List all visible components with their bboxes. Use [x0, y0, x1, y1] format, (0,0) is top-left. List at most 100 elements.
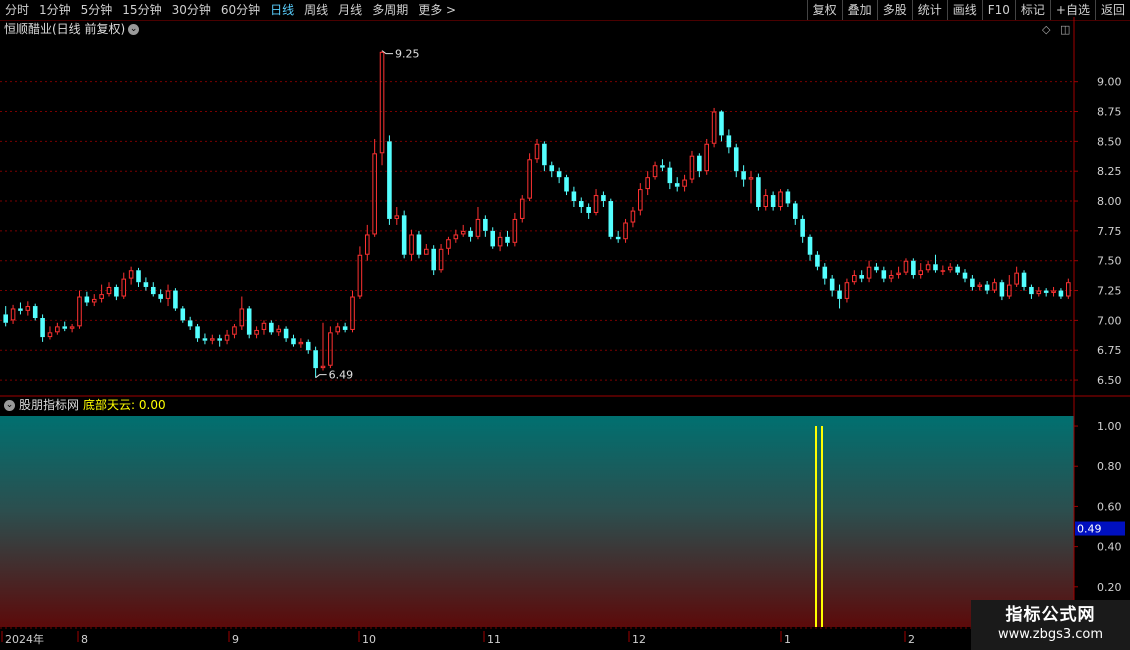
candle[interactable]	[719, 110, 724, 142]
candle[interactable]	[121, 272, 127, 299]
candle[interactable]	[173, 288, 178, 311]
candle[interactable]	[534, 138, 540, 163]
candle[interactable]	[335, 322, 341, 335]
candle[interactable]	[202, 333, 208, 345]
candle[interactable]	[364, 224, 370, 261]
candle[interactable]	[748, 171, 754, 204]
candle[interactable]	[837, 284, 842, 309]
candle[interactable]	[682, 174, 687, 192]
candle[interactable]	[10, 304, 16, 324]
candle[interactable]	[99, 284, 104, 303]
candle[interactable]	[136, 267, 141, 287]
candle[interactable]	[298, 338, 304, 348]
candle[interactable]	[881, 266, 887, 283]
candle[interactable]	[187, 316, 193, 330]
candle[interactable]	[128, 266, 134, 285]
candle[interactable]	[77, 290, 82, 329]
candle[interactable]	[785, 189, 791, 207]
candle[interactable]	[62, 321, 68, 332]
candle[interactable]	[977, 282, 983, 291]
candle[interactable]	[955, 264, 960, 276]
candle[interactable]	[999, 279, 1005, 301]
candle[interactable]	[18, 302, 23, 315]
candle[interactable]	[158, 289, 163, 303]
candle[interactable]	[512, 212, 518, 247]
candle[interactable]	[829, 275, 835, 297]
candle[interactable]	[32, 303, 38, 321]
candle[interactable]	[431, 245, 436, 276]
candle[interactable]	[424, 244, 429, 255]
candle[interactable]	[519, 195, 525, 223]
candle[interactable]	[852, 270, 857, 285]
candle[interactable]	[143, 277, 149, 291]
candle[interactable]	[232, 323, 237, 339]
candle[interactable]	[283, 326, 289, 342]
candle[interactable]	[1029, 284, 1034, 299]
candle[interactable]	[47, 326, 53, 340]
candle[interactable]	[1058, 288, 1064, 299]
candle[interactable]	[254, 326, 259, 339]
candle[interactable]	[446, 236, 451, 255]
candle[interactable]	[69, 323, 75, 333]
candle[interactable]	[261, 320, 267, 335]
candle[interactable]	[652, 161, 658, 180]
candle[interactable]	[1006, 275, 1012, 299]
candle[interactable]	[409, 229, 414, 261]
candle[interactable]	[320, 322, 326, 371]
candle[interactable]	[25, 301, 31, 316]
candle[interactable]	[756, 173, 761, 211]
candle[interactable]	[1014, 266, 1019, 287]
candle[interactable]	[342, 322, 348, 333]
candle[interactable]	[896, 266, 901, 279]
candle[interactable]	[453, 229, 459, 243]
candle[interactable]	[276, 325, 282, 336]
candle[interactable]	[778, 189, 783, 211]
candle[interactable]	[815, 251, 820, 271]
candle[interactable]	[726, 129, 732, 154]
candle[interactable]	[210, 334, 215, 345]
candle[interactable]	[601, 191, 606, 207]
indicator-chart[interactable]: 1.00 0.80 0.60 0.40 0.20 0.49	[0, 397, 1130, 630]
candle[interactable]	[970, 275, 975, 291]
candle[interactable]	[800, 215, 805, 243]
candle[interactable]	[497, 232, 503, 252]
candle[interactable]	[578, 197, 584, 213]
candle[interactable]	[438, 244, 444, 273]
candle[interactable]	[527, 153, 532, 202]
candle[interactable]	[55, 322, 60, 335]
kline-chart[interactable]: 9.25 6.49 9.00 8.75 8.50 8.25 8.00 7.75 7.50 7.2…	[0, 17, 1130, 397]
candle[interactable]	[195, 323, 200, 342]
candle[interactable]	[556, 167, 562, 184]
candle[interactable]	[859, 270, 864, 283]
candle[interactable]	[372, 138, 377, 237]
candle[interactable]	[667, 161, 673, 190]
candle[interactable]	[387, 135, 392, 225]
candle[interactable]	[3, 306, 8, 327]
candle[interactable]	[468, 227, 473, 242]
candle[interactable]	[401, 210, 407, 259]
candle[interactable]	[933, 254, 938, 273]
candle[interactable]	[505, 230, 510, 247]
candle[interactable]	[1021, 270, 1027, 291]
candle[interactable]	[180, 306, 186, 323]
candle[interactable]	[416, 230, 422, 259]
candle[interactable]	[379, 50, 385, 166]
candle[interactable]	[689, 150, 695, 184]
candle[interactable]	[313, 346, 318, 378]
candle[interactable]	[918, 263, 924, 279]
candle[interactable]	[962, 269, 968, 283]
candle[interactable]	[40, 314, 45, 342]
candle[interactable]	[741, 165, 746, 187]
candle[interactable]	[984, 281, 990, 295]
candle[interactable]	[91, 294, 97, 307]
candle[interactable]	[697, 153, 702, 178]
candle[interactable]	[165, 284, 171, 307]
candle[interactable]	[925, 260, 931, 273]
candle[interactable]	[394, 207, 400, 225]
candle[interactable]	[947, 263, 953, 273]
candle[interactable]	[704, 138, 710, 175]
candle[interactable]	[542, 141, 547, 172]
candle[interactable]	[291, 334, 296, 347]
candle[interactable]	[586, 203, 591, 219]
candle[interactable]	[1066, 278, 1071, 299]
